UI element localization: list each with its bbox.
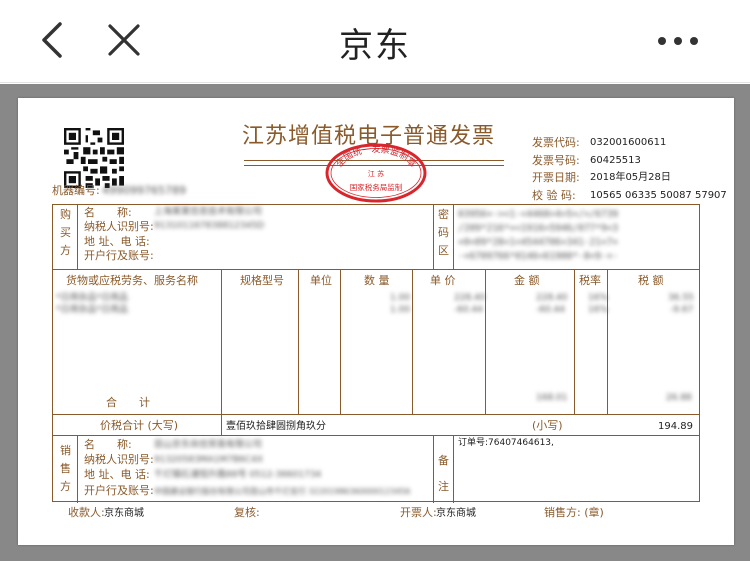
reviewer-label: 复核: — [234, 506, 260, 519]
issuer-value: 京东商城 — [436, 508, 476, 519]
item-2-amount: -60.44 — [536, 305, 566, 315]
buyer-bank-label: 开户行及账号: — [84, 249, 154, 262]
buyer-side-label-3: 方 — [60, 244, 71, 257]
check-code-value: 10565 06335 50087 57907 — [590, 190, 727, 201]
seller-side-label-3: 方 — [60, 480, 71, 493]
row-divider-buyer — [53, 269, 699, 270]
item-2-tax: -9.67 — [670, 305, 694, 315]
seller-address-value: 千灯镇石浦恒升路88号 0512-36601734 — [154, 470, 322, 480]
col-divider-qty — [340, 269, 341, 414]
total-label: 合 计 — [106, 396, 150, 409]
payee-value: 京东商城 — [104, 508, 144, 519]
buyer-name-value: 上海某某信息技术有限公司 — [154, 207, 263, 217]
item-2-price: -60.44 — [454, 305, 484, 315]
invoice-code-label: 发票代码: — [532, 136, 580, 149]
header-goods: 货物或应税劳务、服务名称 — [66, 274, 198, 287]
total-words-divider — [221, 414, 222, 435]
header-tax: 税 额 — [638, 274, 664, 287]
password-line-2: /209*216*+<1916>5946/077*9<3 — [458, 223, 619, 234]
total-amount: 168.01 — [536, 393, 568, 403]
seller-name-label: 名 称: — [84, 438, 132, 451]
buyer-side-label-1: 购 — [60, 208, 71, 221]
top-navigation-bar: 京东 — [0, 0, 750, 83]
seller-taxid-label: 纳税人识别号: — [84, 453, 154, 466]
total-small-value: 194.89 — [658, 421, 693, 432]
remarks-side-label-1: 备 — [438, 454, 449, 467]
password-side-label-3: 区 — [438, 244, 449, 257]
buyer-address-label: 地 址、电 话: — [84, 235, 150, 248]
header-spec: 规格型号 — [240, 274, 284, 287]
machine-number-value: 499099765789 — [102, 184, 186, 197]
seller-stamp-label: 销售方: (章) — [544, 506, 604, 519]
total-small-label: (小写) — [532, 419, 563, 432]
invoice-date-value: 2018年05月28日 — [590, 172, 671, 183]
total-tax: 26.88 — [666, 393, 692, 403]
header-qty: 数 量 — [364, 274, 390, 287]
more-horizontal-icon — [658, 37, 698, 45]
buyer-taxid-value: 913101167838812345D — [154, 221, 264, 231]
col-divider-amount — [485, 269, 486, 414]
password-side-label-2: 码 — [438, 226, 449, 239]
col-divider-tax — [607, 269, 608, 414]
seller-side-label-2: 售 — [60, 462, 71, 475]
seller-address-label: 地 址、电 话: — [84, 468, 150, 481]
header-rate: 税率 — [579, 274, 601, 287]
header-amount: 金 额 — [514, 274, 540, 287]
machine-number-label: 机器编号: — [52, 184, 100, 197]
password-side-label-1: 密 — [438, 208, 449, 221]
password-line-4: -+6709766*0146<61900*-8<9-+- — [458, 251, 619, 262]
row-divider-total-words — [53, 435, 699, 436]
remarks-left-divider — [433, 435, 434, 503]
buyer-side-label-2: 买 — [60, 226, 71, 239]
password-line-1: 03956+-><1-<4460>4>5+/>/6739 — [458, 209, 619, 220]
buyer-name-label: 名 称: — [84, 206, 132, 219]
invoice-paper: 机器编号: 499099765789 江苏增值税电子普通发票 全国统一发票监制章… — [18, 98, 734, 545]
seller-bank-label: 开户行及账号: — [84, 484, 154, 497]
password-left-divider — [433, 205, 434, 269]
buyer-taxid-label: 纳税人识别号: — [84, 220, 154, 233]
remarks-value: 订单号:76407464613, — [458, 438, 554, 448]
remarks-side-label-2: 注 — [438, 480, 449, 493]
seal-middle-text: 江 苏 — [368, 169, 384, 178]
seal-bottom-text: 国家税务局监制 — [350, 182, 403, 192]
seal-top-text: 全国统一发票监制章 — [333, 143, 419, 170]
col-divider-price — [412, 269, 413, 414]
invoice-number-label: 发票号码: — [532, 154, 580, 167]
document-viewer[interactable]: 机器编号: 499099765789 江苏增值税电子普通发票 全国统一发票监制章… — [0, 84, 750, 561]
check-code-label: 校 验 码: — [532, 189, 576, 202]
row-divider-items — [53, 414, 699, 415]
issuer-label: 开票人: — [400, 506, 437, 519]
header-unit: 单位 — [310, 274, 332, 287]
invoice-number-value: 60425513 — [590, 155, 641, 166]
password-line-3: +0<09*28<1<4544706+341-21+7+ — [458, 237, 619, 248]
seller-taxid-value: 91320583MA1M7B6C4X — [154, 455, 264, 465]
svg-text:全国统一发票监制章: 全国统一发票监制章 — [333, 143, 419, 170]
seller-side-label-1: 销 — [60, 444, 71, 457]
total-in-words-value: 壹佰玖拾肆圆捌角玖分 — [226, 421, 326, 432]
buyer-side-divider — [77, 205, 78, 269]
col-divider-rate — [574, 269, 575, 414]
seller-name-value: 昆山京东尚信贸易有限公司 — [154, 440, 263, 450]
item-2-qty: 1.00 — [390, 305, 411, 315]
payee-label: 收款人: — [68, 506, 105, 519]
seller-side-divider — [77, 435, 78, 503]
qr-code-icon — [64, 128, 124, 188]
total-in-words-label: 价税合计 (大写) — [100, 419, 179, 432]
remarks-side-divider — [453, 435, 454, 503]
more-button[interactable] — [650, 26, 706, 56]
page-title: 京东 — [339, 26, 411, 66]
password-side-divider — [453, 205, 454, 269]
item-2-goods: *日用杂品*日用品 — [56, 305, 129, 315]
item-2-rate: 16% — [588, 305, 609, 315]
seller-bank-value: 中国建设银行股份有限公司昆山市千灯支行 32201986360000123456 — [154, 487, 411, 496]
invoice-seal: 全国统一发票监制章 江 苏 国家税务局监制 — [325, 143, 427, 203]
invoice-code-value: 032001600611 — [590, 137, 667, 148]
col-divider-unit — [298, 269, 299, 414]
col-divider-spec — [221, 269, 222, 414]
header-price: 单 价 — [430, 274, 456, 287]
invoice-date-label: 开票日期: — [532, 171, 580, 184]
